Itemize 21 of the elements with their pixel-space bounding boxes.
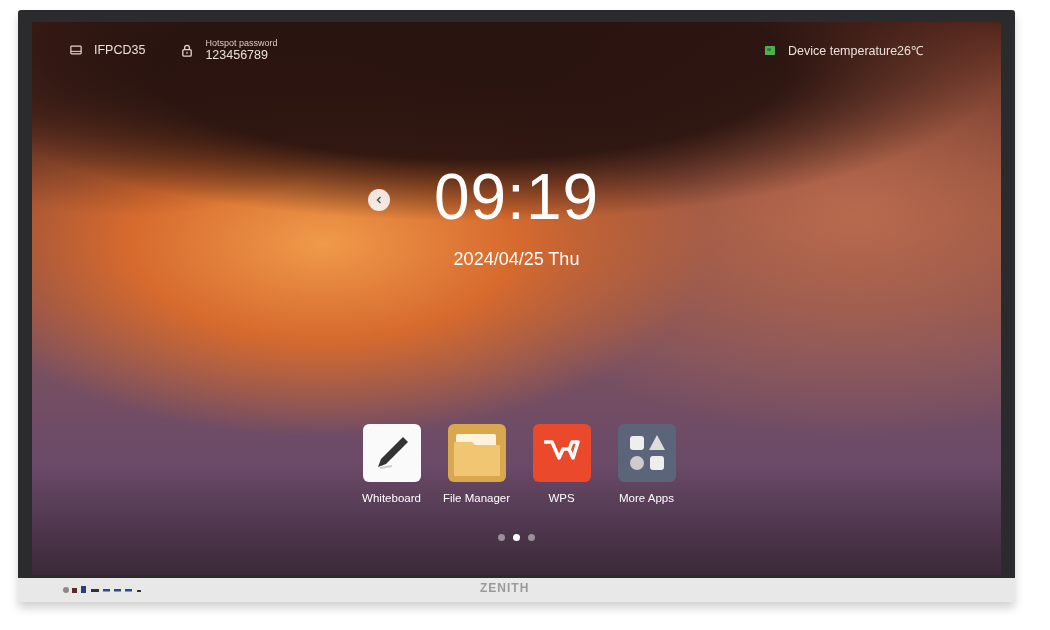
page-dot[interactable]	[528, 534, 535, 541]
app-label: More Apps	[619, 492, 674, 504]
brand-logo: ZENITH	[480, 581, 530, 595]
clock-time: 09:19	[433, 165, 600, 229]
clock-date: 2024/04/25 Thu	[453, 249, 580, 270]
page-dot[interactable]	[498, 534, 505, 541]
wps-app-icon[interactable]	[532, 424, 591, 482]
monitor-icon	[70, 44, 82, 56]
lock-icon	[181, 43, 194, 57]
app-label: File Manager	[442, 492, 511, 504]
page-dot[interactable]	[513, 534, 520, 541]
temperature-icon	[764, 44, 776, 56]
device-temperature: Device temperature26℃	[788, 42, 923, 59]
folder-app-icon[interactable]	[447, 424, 506, 482]
grid-app-icon[interactable]	[617, 424, 676, 482]
device-name: IFPCD35	[94, 43, 146, 57]
app-label: Whiteboard	[362, 492, 421, 504]
hotspot-label: Hotspot password	[205, 38, 278, 48]
pen-app-icon[interactable]	[362, 424, 421, 482]
hotspot-password: 123456789	[205, 48, 269, 62]
app-label: WPS	[548, 492, 575, 504]
